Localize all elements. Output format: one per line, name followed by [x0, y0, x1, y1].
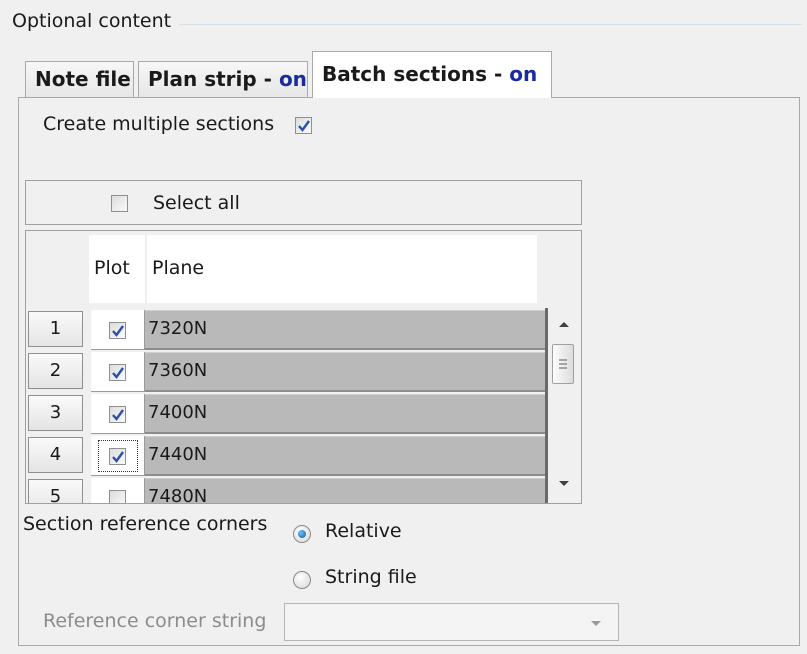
- row-plane-cell[interactable]: 7480N: [145, 478, 545, 503]
- row-header[interactable]: 3: [28, 395, 83, 431]
- row-plane-cell[interactable]: 7360N: [145, 352, 545, 392]
- select-all-checkbox[interactable]: [111, 195, 128, 212]
- scroll-up-icon[interactable]: [558, 320, 570, 328]
- row-plot-cell[interactable]: [91, 394, 145, 434]
- column-header-label: Plot: [94, 257, 130, 279]
- radio-string-file[interactable]: [293, 571, 311, 589]
- create-multiple-sections-label: Create multiple sections: [43, 113, 275, 135]
- plot-checkbox[interactable]: [109, 490, 126, 503]
- radio-relative[interactable]: [293, 525, 311, 543]
- scroll-thumb[interactable]: [552, 344, 574, 384]
- check-icon: [112, 325, 124, 337]
- grid-scrollbar[interactable]: [550, 308, 578, 503]
- check-icon: [112, 367, 124, 379]
- tab-label: Batch sections -: [322, 62, 510, 86]
- reference-corner-string-label: Reference corner string: [43, 610, 267, 632]
- radio-relative-label: Relative: [325, 520, 402, 542]
- row-plane-cell[interactable]: 7440N: [145, 436, 545, 476]
- check-icon: [298, 120, 310, 132]
- row-plane-cell[interactable]: 7400N: [145, 394, 545, 434]
- reference-corner-string-combo[interactable]: [284, 603, 619, 641]
- radio-string-file-label: String file: [325, 566, 417, 588]
- column-header-plot[interactable]: Plot: [89, 235, 145, 303]
- tab-label: Plan strip -: [148, 67, 279, 91]
- scroll-down-icon[interactable]: [558, 480, 570, 488]
- column-header-plane[interactable]: Plane: [147, 235, 537, 303]
- groupbox-title: Optional content: [12, 10, 180, 32]
- row-header[interactable]: 2: [28, 353, 83, 389]
- row-plot-cell[interactable]: [91, 436, 145, 476]
- radio-selected-dot: [298, 530, 306, 538]
- check-icon: [112, 409, 124, 421]
- plot-checkbox[interactable]: [109, 448, 126, 465]
- select-all-label: Select all: [153, 192, 240, 214]
- row-plot-cell[interactable]: [91, 478, 145, 503]
- plot-checkbox[interactable]: [109, 322, 126, 339]
- tab-note-file[interactable]: Note file: [25, 61, 134, 98]
- row-header[interactable]: 1: [28, 311, 83, 347]
- tab-status: on: [278, 67, 307, 91]
- select-all-bar: Select all: [25, 180, 582, 225]
- sections-grid: Plot Plane 1 7320N 2 7360N 3 7400N 4 744…: [25, 230, 582, 504]
- chevron-down-icon: [591, 621, 601, 626]
- row-plot-cell[interactable]: [91, 352, 145, 392]
- grip-icon: [559, 359, 567, 369]
- tab-batch-sections[interactable]: Batch sections - on: [312, 51, 552, 98]
- tab-status: on: [509, 62, 538, 86]
- plot-checkbox[interactable]: [109, 364, 126, 381]
- column-header-label: Plane: [152, 257, 205, 279]
- row-header[interactable]: 5: [28, 479, 83, 503]
- row-plot-cell[interactable]: [91, 310, 145, 350]
- tab-plan-strip[interactable]: Plan strip - on: [138, 61, 308, 98]
- grid-divider: [545, 308, 548, 503]
- check-icon: [112, 451, 124, 463]
- create-multiple-sections-checkbox[interactable]: [295, 117, 312, 134]
- row-plane-cell[interactable]: 7320N: [145, 310, 545, 350]
- section-reference-corners-label: Section reference corners: [23, 513, 268, 535]
- tab-label: Note file: [35, 67, 131, 91]
- row-header[interactable]: 4: [28, 437, 83, 473]
- plot-checkbox[interactable]: [109, 406, 126, 423]
